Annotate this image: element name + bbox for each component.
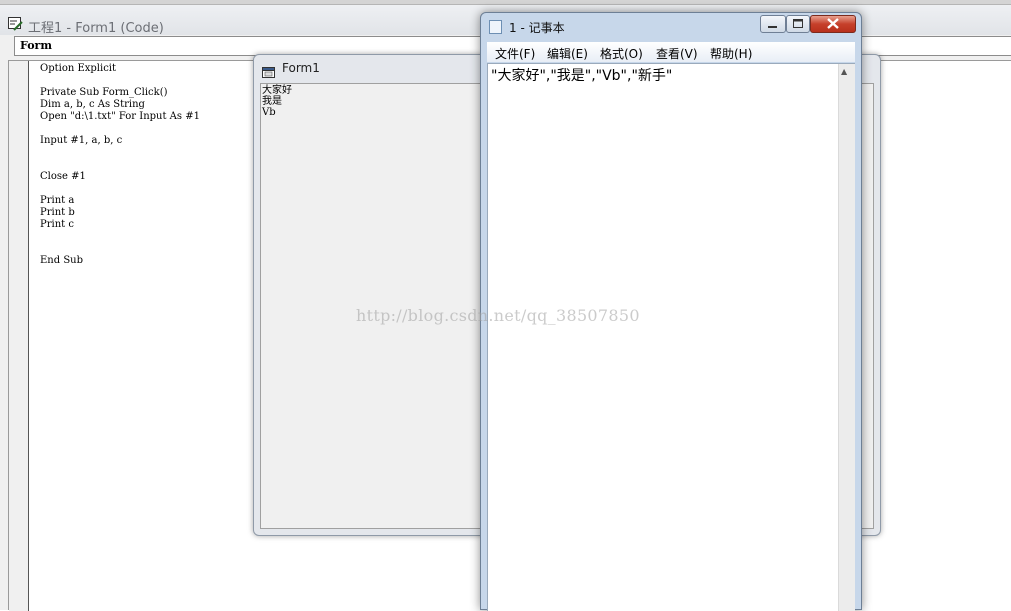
close-icon xyxy=(827,18,839,29)
maximize-icon xyxy=(793,19,803,28)
object-dropdown-value: Form xyxy=(20,39,52,52)
minimize-button[interactable] xyxy=(760,15,786,33)
notepad-icon xyxy=(489,20,502,34)
menu-view[interactable]: 查看(V) xyxy=(656,45,698,62)
menu-edit[interactable]: 编辑(E) xyxy=(547,45,588,62)
menu-format[interactable]: 格式(O) xyxy=(600,45,643,62)
vb-window-title: 工程1 - Form1 (Code) xyxy=(28,21,164,36)
notepad-title: 1 - 记事本 xyxy=(509,21,565,35)
notepad-text-area[interactable]: "大家好","我是","Vb","新手" ▲ xyxy=(487,63,855,611)
code-line: Private Sub Form_Click() xyxy=(40,87,168,98)
scroll-up-icon[interactable]: ▲ xyxy=(841,67,847,76)
output-line: Vb xyxy=(262,107,276,118)
code-line: End Sub xyxy=(40,255,84,266)
code-window-icon xyxy=(8,16,23,31)
code-line: Close #1 xyxy=(40,171,86,182)
watermark: http://blog.csdn.net/qq_38507850 xyxy=(356,306,640,325)
form-icon xyxy=(262,63,275,78)
close-button[interactable] xyxy=(810,15,856,33)
menu-file[interactable]: 文件(F) xyxy=(495,45,535,62)
output-line: 我是 xyxy=(262,96,282,107)
code-line: Input #1, a, b, c xyxy=(40,135,123,146)
code-line: Open "d:\1.txt" For Input As #1 xyxy=(40,111,200,122)
code-line: Print b xyxy=(40,207,75,218)
notepad-content: "大家好","我是","Vb","新手" xyxy=(491,68,673,84)
code-line: Print a xyxy=(40,195,75,206)
code-text: Option Explicit Private Sub Form_Click()… xyxy=(40,63,200,267)
printed-output: 大家好 我是 Vb xyxy=(262,85,292,118)
vertical-scrollbar[interactable]: ▲ xyxy=(838,64,855,611)
notepad-menubar: 文件(F) 编辑(E) 格式(O) 查看(V) 帮助(H) xyxy=(487,42,855,62)
code-line: Dim a, b, c As String xyxy=(40,99,145,110)
form1-title: Form1 xyxy=(282,61,320,75)
output-line: 大家好 xyxy=(262,85,292,96)
minimize-icon xyxy=(768,26,777,28)
code-line: Option Explicit xyxy=(40,63,117,74)
menu-help[interactable]: 帮助(H) xyxy=(710,45,752,62)
code-line: Print c xyxy=(40,219,74,230)
code-margin xyxy=(9,61,29,611)
maximize-button[interactable] xyxy=(786,15,810,33)
